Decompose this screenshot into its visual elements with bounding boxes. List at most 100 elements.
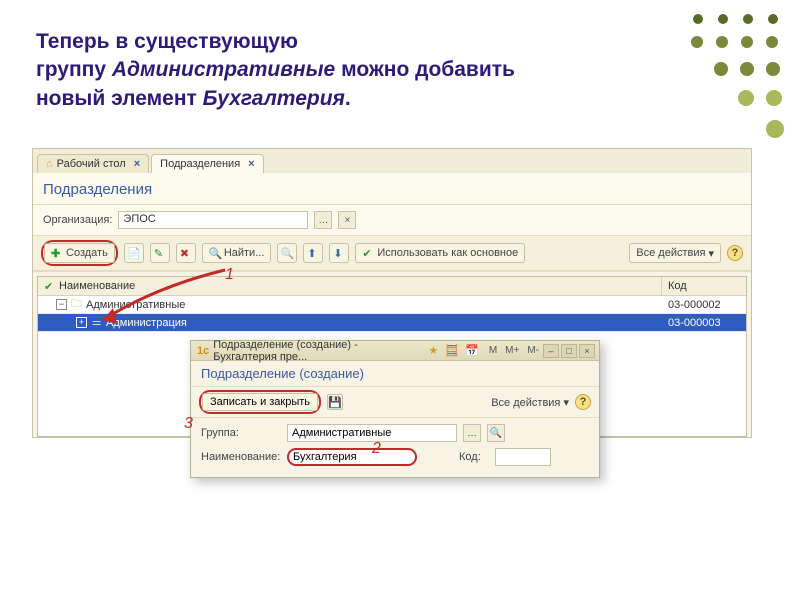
table-row[interactable]: −🗀 Административные 03-000002 <box>38 296 746 314</box>
ellipsis-button[interactable]: … <box>463 424 481 442</box>
dialog-all-actions[interactable]: Все действия ▾ <box>491 396 569 409</box>
minimize-button[interactable]: – <box>543 344 559 358</box>
m[interactable]: M <box>489 345 497 356</box>
m-minus[interactable]: M- <box>527 345 539 356</box>
clear-button[interactable]: × <box>338 211 356 229</box>
code-label: Код: <box>459 451 489 463</box>
dialog-title-text: Подразделение (создание) - Бухгалтерия п… <box>213 339 421 363</box>
group-label: Группа: <box>201 427 281 439</box>
org-input[interactable]: ЭПОС <box>118 211 308 229</box>
use-main-button[interactable]: ✔Использовать как основное <box>355 243 525 263</box>
tab-label: Рабочий стол <box>57 158 126 170</box>
app-icon: 1c <box>197 345 209 357</box>
up-button[interactable]: ⬆ <box>303 243 323 263</box>
t: группу <box>36 58 112 81</box>
search-icon: 🔍 <box>209 247 221 259</box>
t: Административные <box>112 58 335 81</box>
dialog-fields: Группа: … 🔍 Наименование: Код: <box>191 418 599 472</box>
t: Наименование <box>59 280 135 292</box>
t: Найти... <box>224 247 265 259</box>
tab-subdivisions[interactable]: Подразделения × <box>151 154 263 173</box>
t: Записать и закрыть <box>210 396 310 408</box>
clear-find-button[interactable]: 🔍 <box>277 243 297 263</box>
t: можно добавить <box>335 58 515 81</box>
create-dialog: 1c Подразделение (создание) - Бухгалтери… <box>190 340 600 478</box>
save-highlight: Записать и закрыть <box>199 390 321 414</box>
save-close-button[interactable]: Записать и закрыть <box>202 393 318 411</box>
dialog-toolbar: Записать и закрыть 💾 Все действия ▾ ? <box>191 386 599 418</box>
code-input[interactable] <box>495 448 551 466</box>
item-icon: ＝ <box>91 315 102 331</box>
arrow-down-icon: ⬇ <box>333 247 345 259</box>
slide-heading: Теперь в существующую группу Администрат… <box>36 28 586 113</box>
close-icon[interactable]: × <box>248 158 254 170</box>
decorative-dots <box>618 8 788 138</box>
t: . <box>345 87 351 110</box>
dialog-heading: Подразделение (создание) <box>191 361 599 386</box>
tab-desktop[interactable]: ⌂ Рабочий стол × <box>37 154 149 173</box>
edit-button[interactable]: ✎ <box>150 243 170 263</box>
t: новый элемент <box>36 87 203 110</box>
all-actions-button[interactable]: Все действия ▾ <box>629 243 721 263</box>
annotation-1: 1 <box>225 266 234 284</box>
table-header: ✔Наименование Код <box>38 277 746 296</box>
t: Создать <box>66 247 108 259</box>
delete-icon: ✖ <box>180 247 192 259</box>
close-button[interactable]: × <box>579 344 595 358</box>
help-button[interactable]: ? <box>727 245 743 261</box>
clear-search-icon: 🔍 <box>281 247 295 260</box>
m-plus[interactable]: M+ <box>505 345 519 356</box>
expand-icon[interactable]: + <box>76 317 87 328</box>
close-icon[interactable]: × <box>134 158 140 170</box>
t: Бухгалтерия <box>203 87 345 110</box>
tab-label: Подразделения <box>160 158 240 170</box>
doc-icon: 📄 <box>127 247 141 260</box>
folder-icon: 🗀 <box>71 295 82 314</box>
check-icon: ✔ <box>44 280 56 292</box>
star-icon[interactable]: ★ <box>429 344 439 357</box>
cell: 03-000002 <box>662 299 746 311</box>
annotation-3: 3 <box>184 415 193 433</box>
check-icon: ✔ <box>362 247 374 259</box>
create-button[interactable]: ✚ Создать <box>44 243 115 263</box>
arrow-up-icon: ⬆ <box>307 247 319 259</box>
find-button[interactable]: 🔍Найти... <box>202 243 272 263</box>
create-highlight: ✚ Создать <box>41 240 118 266</box>
save-button[interactable]: 💾 <box>327 394 343 410</box>
calendar-icon[interactable]: 📅 <box>465 344 479 357</box>
t: Все действия <box>636 247 705 259</box>
col-code[interactable]: Код <box>662 277 746 295</box>
cell: Администрация <box>106 317 187 329</box>
ellipsis-button[interactable]: … <box>314 211 332 229</box>
name-input[interactable] <box>287 448 417 466</box>
plus-icon: ✚ <box>51 247 63 259</box>
lookup-button[interactable]: 🔍 <box>487 424 505 442</box>
annotation-2: 2 <box>372 440 381 458</box>
t: Использовать как основное <box>377 247 518 259</box>
col-name[interactable]: ✔Наименование <box>38 277 662 295</box>
down-button[interactable]: ⬇ <box>329 243 349 263</box>
home-icon: ⌂ <box>46 158 53 170</box>
chevron-down-icon: ▾ <box>708 247 714 260</box>
main-toolbar: ✚ Создать 📄 ✎ ✖ 🔍Найти... 🔍 ⬆ ⬇ ✔Использ… <box>33 236 751 271</box>
cell: 03-000003 <box>662 317 746 329</box>
chevron-down-icon: ▾ <box>563 397 569 409</box>
name-label: Наименование: <box>201 451 281 463</box>
org-label: Организация: <box>43 214 112 226</box>
maximize-button[interactable]: □ <box>561 344 577 358</box>
page-title: Подразделения <box>33 173 751 205</box>
t: Теперь в существующую <box>36 30 298 53</box>
disk-icon: 💾 <box>328 396 342 409</box>
copy-button[interactable]: 📄 <box>124 243 144 263</box>
org-row: Организация: ЭПОС … × <box>33 205 751 236</box>
t: Все действия <box>491 397 560 409</box>
help-button[interactable]: ? <box>575 394 591 410</box>
calc-icon[interactable]: 🧮 <box>445 344 459 357</box>
collapse-icon[interactable]: − <box>56 299 67 310</box>
tab-bar: ⌂ Рабочий стол × Подразделения × <box>33 149 751 173</box>
dialog-title-bar[interactable]: 1c Подразделение (создание) - Бухгалтери… <box>191 341 599 361</box>
table-row[interactable]: + ＝ Администрация 03-000003 <box>38 314 746 332</box>
delete-button[interactable]: ✖ <box>176 243 196 263</box>
pencil-icon: ✎ <box>154 247 166 259</box>
cell: Административные <box>86 299 185 311</box>
